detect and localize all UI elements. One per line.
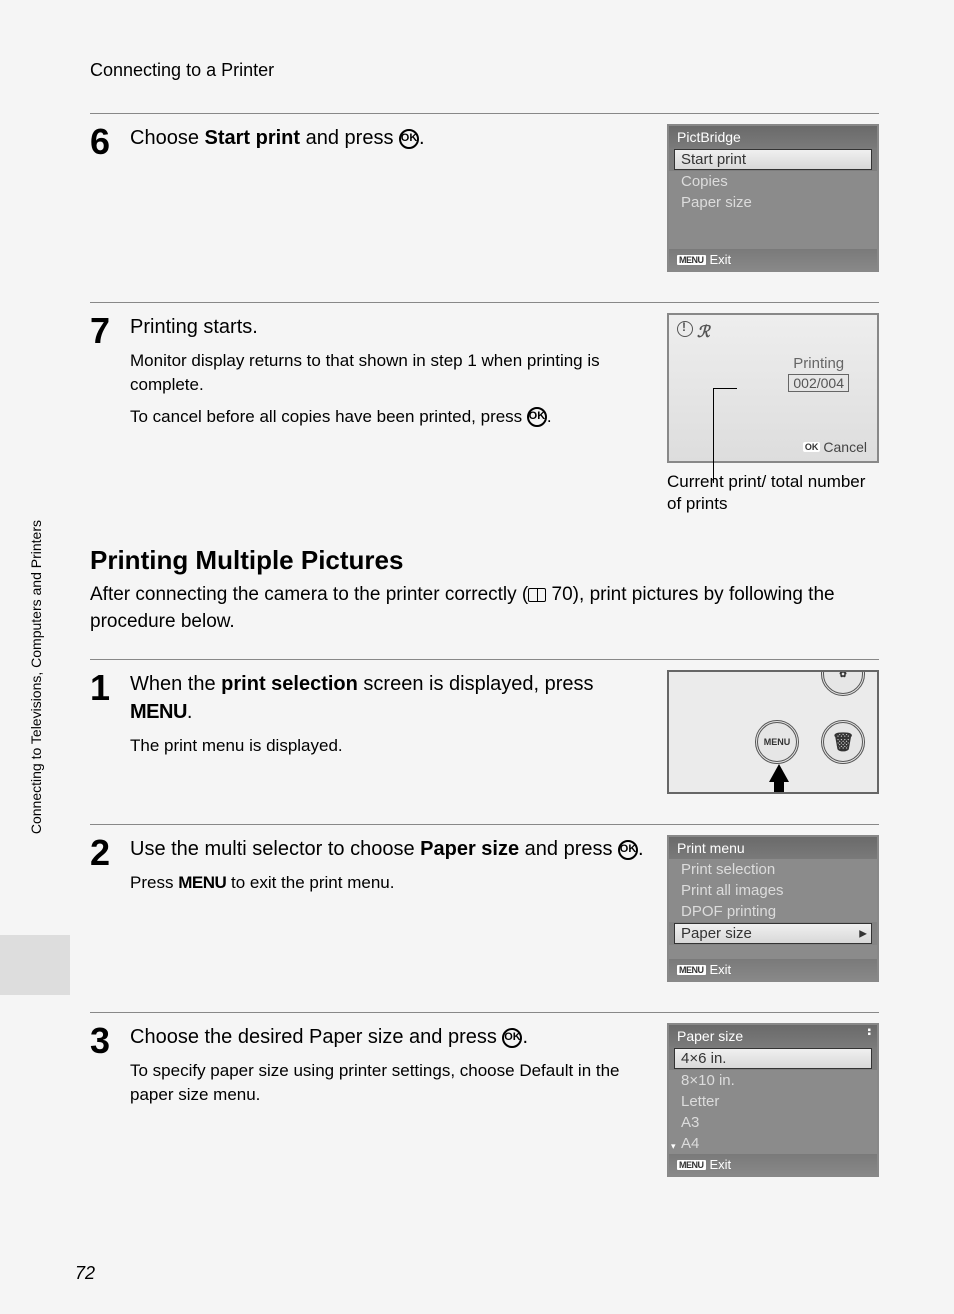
multi-step-3: 3 Choose the desired Paper size and pres… [90, 1012, 879, 1177]
step-number: 3 [90, 1023, 130, 1177]
menu-badge-icon: MENU [677, 1160, 706, 1170]
ok-badge-icon: OK [803, 442, 821, 452]
status-icons: ℛ [677, 321, 710, 342]
lcd-item: Letter [669, 1091, 877, 1112]
ok-icon: OK [618, 840, 638, 860]
step-7-body1: Monitor display returns to that shown in… [130, 349, 652, 397]
ok-icon: OK [502, 1028, 522, 1048]
mstep1-sub: The print menu is displayed. [130, 734, 652, 758]
down-arrow-icon: ▾ [671, 1141, 676, 1152]
lcd-item-start-print: Start print [674, 149, 872, 170]
section-title: Printing Multiple Pictures [90, 545, 879, 576]
step-7: 7 Printing starts. Monitor display retur… [90, 302, 879, 515]
ok-icon: OK [527, 407, 547, 427]
book-icon [528, 588, 546, 602]
camera-delete-button: 🗑 [821, 720, 865, 764]
mstep1-instruction: When the print selection screen is displ… [130, 670, 652, 726]
up-arrow-icon [769, 764, 789, 782]
right-arrow-icon: ▶ [859, 928, 867, 939]
multi-step-2: 2 Use the multi selector to choose Paper… [90, 824, 879, 982]
lcd-item-selected: 4×6 in. [674, 1048, 872, 1069]
page-number: 72 [75, 1263, 95, 1284]
mstep3-sub: To specify paper size using printer sett… [130, 1059, 652, 1107]
side-tab-block [0, 935, 70, 995]
lcd-paper-size: Paper size ▪▪ 4×6 in. 8×10 in. Letter A3… [667, 1023, 879, 1177]
lcd-item-selected: Paper size ▶ [674, 923, 872, 944]
lcd-title: Paper size ▪▪ [669, 1025, 877, 1047]
lcd-item: Print selection [669, 859, 877, 880]
printing-count: 002/004 [788, 374, 849, 392]
lcd-item: A3 [669, 1112, 877, 1133]
step-6-instruction: Choose Start print and press OK. [130, 124, 652, 152]
callout-line [713, 388, 714, 483]
lcd-item: DPOF printing [669, 901, 877, 922]
ok-icon: OK [399, 129, 419, 149]
lcd-printing-progress: ℛ Printing 002/004 OK Cancel [667, 313, 879, 463]
lcd-footer: MENU Exit [669, 959, 877, 980]
progress-caption: Current print/ total number of prints [667, 471, 879, 515]
step-number: 6 [90, 124, 130, 272]
mstep2-sub: Press MENU to exit the print menu. [130, 871, 652, 895]
lcd-title: PictBridge [669, 126, 877, 148]
lcd-print-menu: Print menu Print selection Print all ima… [667, 835, 879, 982]
lcd-item: ▾ A4 [669, 1133, 877, 1154]
side-tab-label: Connecting to Televisions, Computers and… [28, 520, 44, 834]
page-header: Connecting to a Printer [90, 60, 879, 81]
lcd-item: 8×10 in. [669, 1070, 877, 1091]
step-number: 1 [90, 670, 130, 794]
mstep2-instruction: Use the multi selector to choose Paper s… [130, 835, 652, 863]
multi-step-1: 1 When the print selection screen is dis… [90, 659, 879, 794]
step-7-title: Printing starts. [130, 313, 652, 341]
scroll-indicator-icon: ▪▪ [867, 1029, 871, 1037]
cancel-label: OK Cancel [803, 439, 867, 455]
menu-badge-icon: MENU [677, 965, 706, 975]
lcd-item-paper-size: Paper size [669, 192, 877, 213]
lcd-item-copies: Copies [669, 171, 877, 192]
printing-label: Printing [788, 355, 849, 372]
camera-menu-button: MENU [755, 720, 799, 764]
step-number: 2 [90, 835, 130, 982]
trash-icon: 🗑 [832, 732, 855, 753]
section-intro: After connecting the camera to the print… [90, 582, 879, 635]
mstep3-instruction: Choose the desired Paper size and press … [130, 1023, 652, 1051]
step-6: 6 Choose Start print and press OK. PictB… [90, 113, 879, 272]
step-7-body2: To cancel before all copies have been pr… [130, 405, 652, 429]
lcd-footer: MENU Exit [669, 249, 877, 270]
lcd-footer: MENU Exit [669, 1154, 877, 1175]
camera-back-illustration: ✿ MENU 🗑 [667, 670, 879, 794]
step-number: 7 [90, 313, 130, 515]
lcd-item: Print all images [669, 880, 877, 901]
lcd-title: Print menu [669, 837, 877, 859]
camera-top-button: ✿ [821, 670, 865, 696]
lcd-pictbridge: PictBridge Start print Copies Paper size… [667, 124, 879, 272]
menu-badge-icon: MENU [677, 255, 706, 265]
